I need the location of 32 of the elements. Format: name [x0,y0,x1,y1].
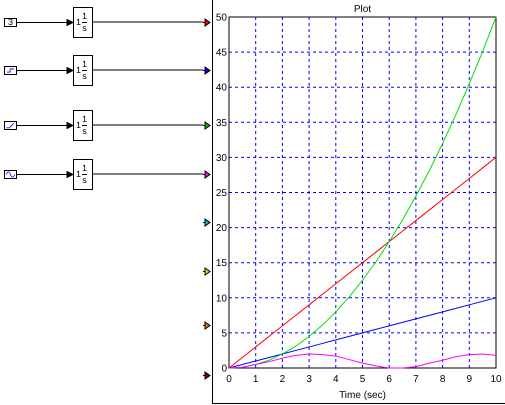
constant-block: 3 [4,18,17,26]
sine-wave-block [4,170,17,178]
x-axis-label: Time (sec) [339,390,386,401]
y-tick-label: 5 [221,328,227,340]
x-tick-label: 6 [386,374,392,385]
step-block [4,66,17,74]
connector-arrow [17,66,73,74]
y-tick-label: 15 [216,258,227,270]
ramp-block [4,120,17,130]
x-tick-label: 10 [490,374,502,385]
y-tick-label: 20 [216,223,227,234]
y-tick-label: 25 [216,188,227,199]
connector-arrow [17,18,73,26]
y-tick-label: 30 [216,152,227,164]
x-tick-label: 3 [306,374,312,385]
y-tick-label: 10 [216,293,227,304]
connector-arrow [17,122,73,128]
y-tick-label: 0 [221,364,227,374]
x-tick-label: 7 [413,374,419,385]
x-tick-label: 5 [360,374,366,385]
y-tick-label: 50 [216,12,227,24]
x-tick-label: 9 [466,374,472,385]
x-tick-label: 0 [226,374,232,385]
x-tick-label: 4 [333,374,339,385]
y-tick-label: 40 [216,82,227,94]
y-tick-label: 45 [216,48,227,59]
x-tick-label: 8 [440,374,446,385]
y-tick-label: 35 [216,118,227,129]
x-tick-label: 1 [252,374,258,385]
connector-arrow [17,170,73,178]
x-tick-label: 2 [280,374,286,385]
plot-title: Plot [354,4,372,15]
